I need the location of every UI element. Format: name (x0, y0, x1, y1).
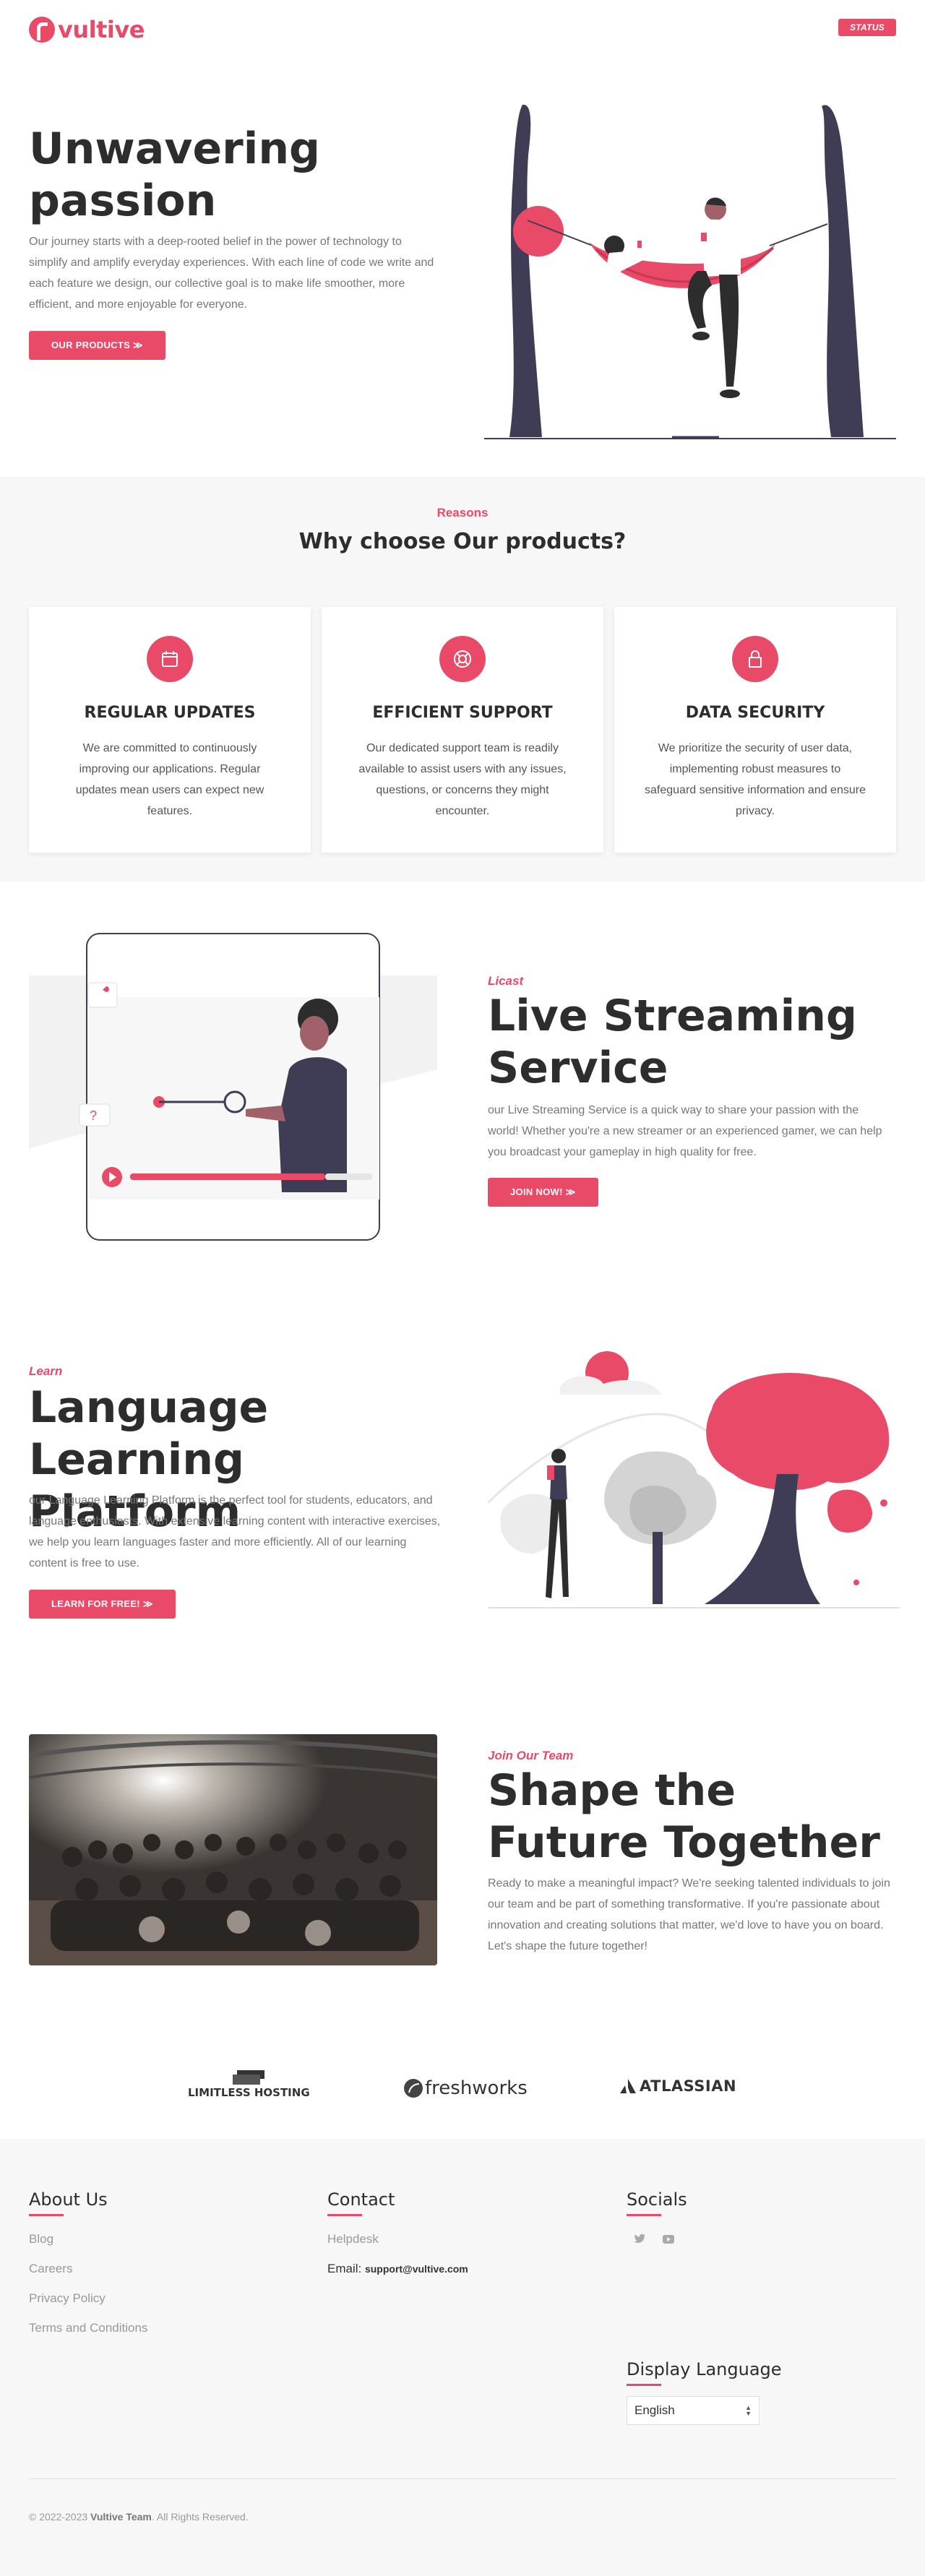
reason-card-text: Our dedicated support team is readily av… (358, 742, 567, 817)
streaming-title: Live Streaming Service (488, 991, 857, 1093)
reason-card-title: DATA SECURITY (685, 704, 825, 722)
email-address[interactable]: support@vultive.com (365, 2263, 468, 2275)
reason-card-updates: REGULAR UPDATES We are committed to cont… (29, 607, 311, 853)
partner-name: ATLASSIAN (640, 2077, 737, 2095)
learning-text: our Language Learning Platform is the pe… (29, 1494, 441, 1569)
footer-link-privacy[interactable]: Privacy Policy (29, 2291, 147, 2306)
partner-logo-atlassian: ATLASSIAN (620, 2077, 736, 2095)
team-section: Join Our Team Shape the Future Together … (0, 1705, 925, 2038)
hero-section: Unwavering passion Our journey starts wi… (0, 58, 925, 477)
reason-card-title: REGULAR UPDATES (84, 704, 256, 722)
team-kicker: Join Our Team (488, 1749, 574, 1762)
youtube-icon[interactable] (655, 2228, 681, 2250)
partner-name: LIMITLESS HOSTING (188, 2086, 310, 2099)
footer-contact: Contact Helpdesk Email: support@vultive.… (327, 2189, 468, 2276)
footer-link-careers[interactable]: Careers (29, 2262, 147, 2276)
logo[interactable]: vultive (29, 16, 145, 43)
reasons-kicker: Reasons (436, 506, 489, 520)
learning-section: Learn Language Learning Platform our Lan… (0, 1301, 925, 1705)
footer-link-terms[interactable]: Terms and Conditions (29, 2321, 147, 2335)
footer-divider-line (29, 2478, 896, 2479)
learn-for-free-button[interactable]: LEARN FOR FREE! ≫ (29, 1590, 176, 1619)
our-products-button[interactable]: OUR PRODUCTS ≫ (29, 331, 165, 360)
hammock-illustration (484, 104, 896, 439)
team-title: Shape the Future Together (488, 1765, 880, 1868)
streaming-illustration: ? (29, 933, 437, 1241)
learning-kicker: Learn (29, 1364, 63, 1378)
hero-title: Unwavering passion (29, 124, 320, 226)
footer-language: Display Language English ▲ ▼ (627, 2359, 782, 2425)
footer-link-helpdesk[interactable]: Helpdesk (327, 2232, 468, 2247)
svg-text:?: ? (90, 1108, 97, 1123)
learning-illustration (488, 1351, 900, 1608)
server-icon (233, 2070, 265, 2085)
reason-card-text: We are committed to continuously improvi… (75, 742, 264, 817)
site-footer: About Us Blog Careers Privacy Policy Ter… (0, 2139, 925, 2576)
email-label: Email: (327, 2262, 362, 2275)
team-text: Ready to make a meaningful impact? We're… (488, 1877, 890, 1952)
streaming-text: our Live Streaming Service is a quick wa… (488, 1104, 882, 1158)
partner-logo-freshworks: freshworks (403, 2077, 528, 2099)
partners-strip: LIMITLESS HOSTING freshworks ATLASSIAN (0, 2038, 925, 2139)
copyright: © 2022-2023 Vultive Team. All Rights Res… (29, 2511, 249, 2523)
calendar-icon (147, 636, 193, 682)
language-select[interactable]: English ▲ ▼ (627, 2396, 760, 2425)
reason-card-security: DATA SECURITY We prioritize the security… (614, 607, 896, 853)
freshworks-icon (404, 2079, 423, 2098)
join-now-button[interactable]: JOIN NOW! ≫ (488, 1178, 598, 1207)
atlassian-icon (620, 2079, 636, 2093)
footer-about: About Us Blog Careers Privacy Policy Ter… (29, 2189, 147, 2351)
lock-icon (732, 636, 778, 682)
footer-divider (627, 2214, 661, 2216)
partner-name: freshworks (425, 2077, 528, 2099)
footer-divider (29, 2214, 64, 2216)
reason-card-title: EFFICIENT SUPPORT (372, 704, 553, 722)
copyright-suffix: . All Rights Reserved. (151, 2511, 249, 2523)
language-selected: English (634, 2403, 675, 2417)
twitter-icon[interactable] (627, 2228, 653, 2249)
logo-text: vultive (58, 16, 145, 43)
team-photo (29, 1734, 437, 1965)
footer-divider (627, 2384, 661, 2386)
footer-about-title: About Us (29, 2189, 108, 2210)
reason-card-support: EFFICIENT SUPPORT Our dedicated support … (322, 607, 603, 853)
partner-logo-limitless: LIMITLESS HOSTING (188, 2070, 310, 2099)
copyright-team[interactable]: Vultive Team (90, 2511, 152, 2523)
streaming-section: ? Licast Live Streaming Service our Live… (0, 882, 925, 1301)
site-header: vultive STATUS (0, 0, 925, 58)
footer-socials-title: Socials (627, 2189, 687, 2210)
reasons-title: Why choose Our products? (298, 529, 627, 554)
footer-divider (327, 2214, 362, 2216)
copyright-prefix: © 2022-2023 (29, 2511, 88, 2523)
reasons-section: Reasons Why choose Our products? REGULAR… (0, 477, 925, 882)
footer-language-title: Display Language (627, 2359, 782, 2379)
reason-card-text: We prioritize the security of user data,… (645, 742, 866, 817)
footer-contact-title: Contact (327, 2189, 395, 2210)
select-arrows-icon: ▲ ▼ (745, 2404, 752, 2417)
footer-link-blog[interactable]: Blog (29, 2232, 147, 2247)
footer-email: Email: support@vultive.com (327, 2262, 468, 2276)
hero-text: Our journey starts with a deep-rooted be… (29, 236, 434, 311)
footer-socials: Socials (627, 2189, 687, 2250)
streaming-kicker: Licast (488, 974, 524, 988)
logo-icon (29, 17, 55, 43)
life-ring-icon (439, 636, 486, 682)
status-button[interactable]: STATUS (838, 19, 896, 36)
